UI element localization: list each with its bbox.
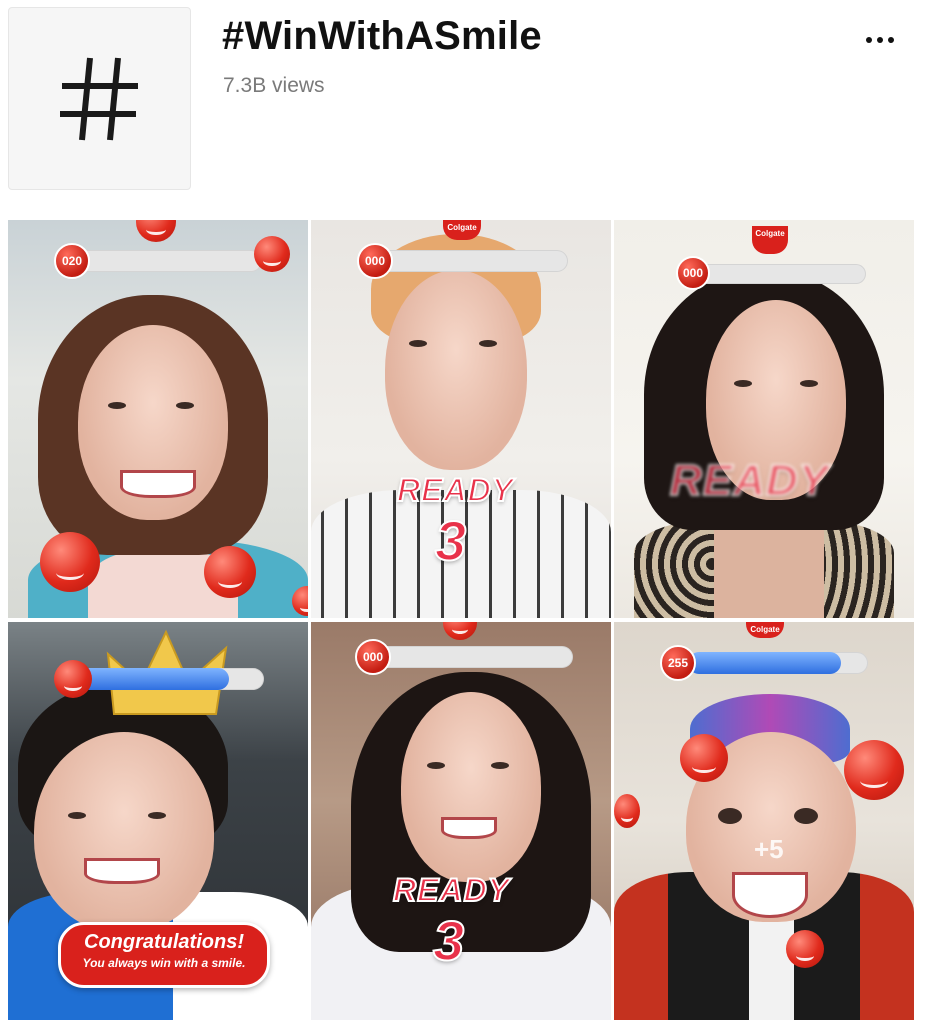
score-bar: [698, 264, 866, 284]
score-bar: [72, 250, 262, 272]
video-grid: 020 000 Colgate READY 3 000 Colgate READ…: [0, 220, 927, 1024]
score-bar: [373, 646, 573, 668]
countdown-text: 3: [434, 508, 467, 573]
video-thumbnail-1[interactable]: 020: [8, 220, 308, 618]
hashtag-icon: [8, 7, 191, 190]
video-thumbnail-3[interactable]: 000 Colgate READY: [614, 220, 914, 618]
score-bar-fill: [70, 668, 230, 690]
colgate-logo: Colgate: [443, 220, 481, 240]
hashtag-title: #WinWithASmile: [222, 14, 542, 58]
score-bar: [70, 668, 264, 690]
smile-ball-icon: [40, 532, 100, 592]
score-badge: 255: [660, 645, 696, 681]
smile-ball-icon: [680, 734, 728, 782]
ready-text: READY: [669, 455, 830, 506]
video-thumbnail-2[interactable]: 000 Colgate READY 3: [311, 220, 611, 618]
countdown-text: 3: [432, 908, 465, 973]
smile-ball-icon: [204, 546, 256, 598]
score-ball-icon: [54, 660, 92, 698]
smile-ball-icon: [614, 794, 640, 828]
view-count: 7.3B views: [223, 74, 325, 97]
score-badge: 020: [54, 243, 90, 279]
score-badge: 000: [357, 243, 393, 279]
more-options-icon[interactable]: [860, 25, 900, 55]
video-thumbnail-4[interactable]: Congratulations! You always win with a s…: [8, 622, 308, 1020]
score-badge: 000: [355, 639, 391, 675]
hashtag-header: #WinWithASmile 7.3B views: [0, 0, 927, 210]
score-badge: 000: [676, 256, 710, 290]
smile-ball-icon: [254, 236, 290, 272]
banner-subtitle: You always win with a smile.: [82, 956, 246, 970]
smile-ball-icon: [786, 930, 824, 968]
bonus-points-text: +5: [754, 834, 784, 864]
ready-text: READY: [396, 471, 515, 509]
banner-title: Congratulations!: [84, 931, 244, 953]
hash-glyph-icon: [59, 57, 138, 140]
score-bar-fill: [688, 652, 841, 674]
smile-ball-icon: [844, 740, 904, 800]
score-bar: [688, 652, 868, 674]
score-bar: [373, 250, 568, 272]
colgate-logo: Colgate: [752, 226, 788, 254]
ready-text: READY: [392, 871, 511, 909]
congratulations-banner: Congratulations! You always win with a s…: [58, 922, 270, 988]
video-thumbnail-5[interactable]: 000 READY 3: [311, 622, 611, 1020]
video-thumbnail-6[interactable]: 255 Colgate +5: [614, 622, 914, 1020]
